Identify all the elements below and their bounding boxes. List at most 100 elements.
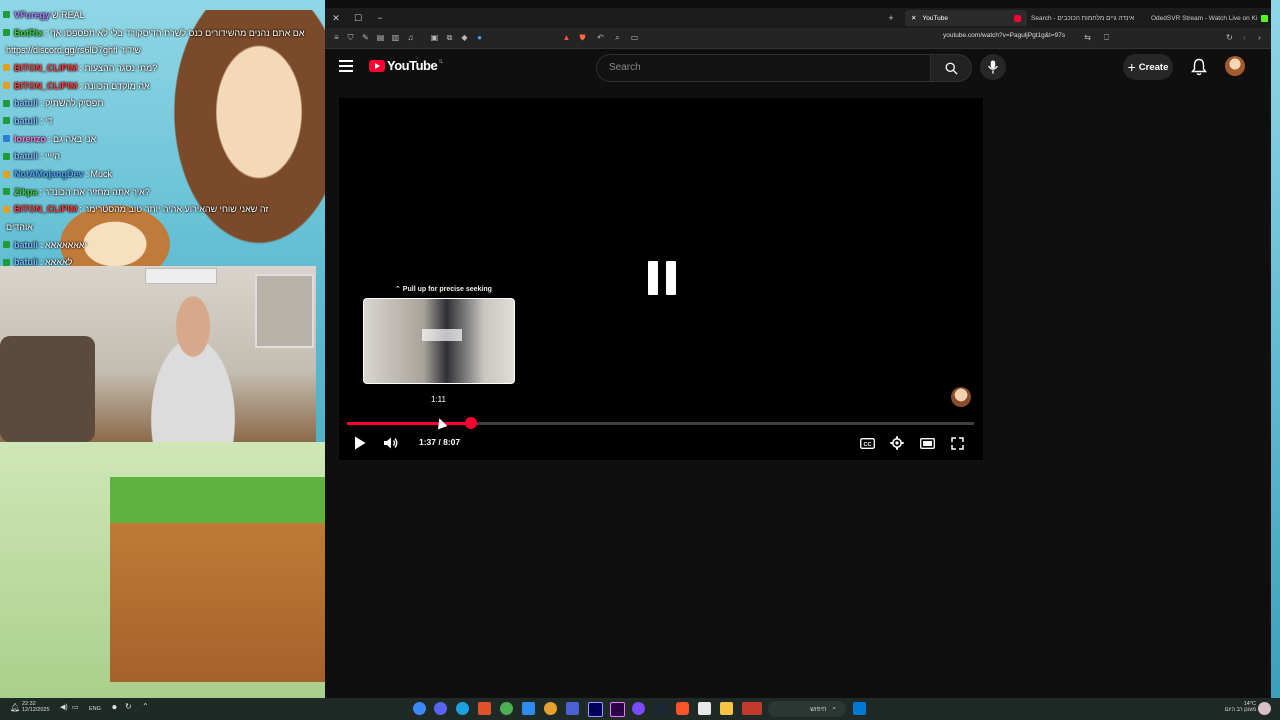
music-icon[interactable]: ♫ (405, 32, 416, 43)
clock[interactable]: 22:32 12/12/2025 (22, 701, 50, 713)
diamond-icon[interactable]: ◆ (459, 32, 470, 43)
address-bar[interactable]: youtube.com/watch?v=PaguljPgt1g&t=97s (943, 32, 1065, 39)
discord-icon[interactable] (434, 702, 447, 715)
chat-username: batuli (14, 239, 38, 250)
shield-icon[interactable]: ⛉ (345, 32, 356, 43)
app-icon-1[interactable] (413, 702, 426, 715)
hamburger-menu-icon[interactable] (339, 60, 353, 72)
theater-mode-button[interactable] (917, 433, 937, 453)
screen-icon[interactable]: ▭ (629, 32, 640, 43)
subtitles-button[interactable]: CC (857, 433, 877, 453)
chat-message: batuli: תפסיק להשתיק (0, 94, 325, 112)
file-explorer-icon[interactable] (720, 702, 733, 715)
tab-youtube[interactable]: ✕ YouTube (905, 10, 1027, 26)
user-badge-icon (3, 241, 10, 249)
tab-search[interactable]: Search - אינדה גיים מלחמות הכוכבים (1025, 10, 1147, 26)
translate-icon[interactable]: ⇆ (1082, 32, 1093, 43)
search-input[interactable] (607, 61, 911, 74)
chat-username: BITON_CLIPIM (14, 204, 78, 215)
notepad-icon[interactable] (522, 702, 535, 715)
user-badge-icon (3, 152, 10, 160)
windows-start-icon[interactable] (853, 702, 866, 715)
search-icon (945, 62, 958, 75)
after-effects-icon[interactable] (588, 702, 603, 717)
page-scrollbar[interactable] (1263, 50, 1271, 688)
search-button[interactable] (930, 54, 972, 82)
alert-icon[interactable]: ▲ (561, 32, 572, 43)
search-small-icon[interactable]: ⌕ (612, 32, 623, 43)
maximize-window-icon[interactable]: ☐ (347, 8, 369, 28)
browser-window: ✕ ☐ − + ✕ YouTube Search - אינדה גיים מל… (325, 8, 1271, 688)
speaker-icon[interactable]: ◀︎) (60, 704, 68, 711)
app-icon-swirl[interactable] (544, 702, 557, 715)
premiere-icon[interactable] (610, 702, 625, 717)
split-view-icon[interactable]: ▤ (375, 32, 386, 43)
tab-kick-stream[interactable]: OdedSVR Stream - Watch Live on Ki (1145, 10, 1279, 26)
chat-text: : Muck (85, 169, 113, 180)
user-avatar[interactable] (1225, 56, 1245, 76)
notification-icon[interactable]: 🔔︎ (10, 704, 20, 712)
edge-icon[interactable] (456, 702, 469, 715)
close-tab-icon[interactable]: ✕ (911, 14, 916, 22)
panel-icon[interactable]: ▥ (390, 32, 401, 43)
chat-message: BITON_CLIPIM: זה שאני שוחי שהאירוע אהיה … (0, 201, 325, 219)
extension-icon[interactable]: ● (474, 32, 485, 43)
forward-icon[interactable]: › (1254, 32, 1265, 43)
app-icon-purple[interactable] (632, 702, 645, 715)
chat-message: Zikpa: איך אתה מחזיר את הכונדר? (0, 183, 325, 201)
windows-taskbar: 22:32 12/12/2025 🔔︎ ◀︎) ▭ ENG ⬣ ↻ ⌃ חיפו… (0, 698, 1280, 720)
minimize-window-icon[interactable]: − (369, 8, 391, 28)
settings-button[interactable] (887, 433, 907, 453)
preview-time: 1:11 (431, 395, 446, 404)
weather-widget[interactable]: 14°C מעונן רב היום (1218, 701, 1256, 713)
new-tab-icon[interactable]: + (880, 8, 902, 28)
pin-icon[interactable]: ✎ (360, 32, 371, 43)
app-icon-white[interactable] (698, 702, 711, 715)
chat-username: batuli (14, 98, 38, 109)
tab-icon[interactable]: ▣ (429, 32, 440, 43)
volume-icon (384, 437, 398, 449)
back-history-icon[interactable]: ↶ (595, 32, 606, 43)
create-button[interactable]: + Create (1123, 54, 1173, 80)
network-icon[interactable]: ▭ (72, 704, 79, 711)
chat-text: ש REAL (52, 9, 85, 20)
user-badge-icon (3, 64, 10, 72)
app-icon-orange[interactable] (478, 702, 491, 715)
close-window-icon[interactable]: ✕ (325, 8, 347, 28)
voice-search-button[interactable] (980, 54, 1006, 80)
seek-preview-thumbnail (363, 298, 515, 384)
chat-message: BITON_CLIPIM: אה מוקדם הכוונה (0, 77, 325, 95)
language-indicator[interactable]: ENG (89, 706, 101, 712)
steam-icon[interactable] (654, 702, 667, 715)
channel-watermark[interactable] (951, 387, 971, 407)
clock-date: 12/12/2025 (22, 707, 50, 713)
mouse-cursor-icon (434, 416, 448, 430)
chrome-icon[interactable] (500, 702, 513, 715)
fullscreen-button[interactable] (947, 433, 967, 453)
taskbar-search[interactable]: חיפוש ⌕ (768, 701, 846, 717)
chat-message: https://discord.gg/rs6lD7ghfl שידור (0, 41, 325, 59)
app-icon-blue[interactable] (566, 702, 579, 715)
volume-button[interactable] (381, 433, 401, 453)
user-badge-icon (3, 135, 10, 143)
tray-sync-icon[interactable]: ↻ (125, 703, 132, 711)
brave-icon[interactable] (676, 702, 689, 715)
youtube-logo[interactable]: YouTube IL (369, 58, 443, 73)
sidebar-menu-icon[interactable]: ≡ (331, 32, 342, 43)
tray-chevron-up-icon[interactable]: ⌃ (142, 703, 149, 711)
play-button[interactable] (350, 433, 370, 453)
reload-icon[interactable]: ↻ (1224, 32, 1235, 43)
notifications-bell-icon[interactable] (1191, 58, 1207, 76)
search-box[interactable] (596, 54, 931, 82)
brave-shield-icon[interactable]: ⛊ (577, 32, 588, 43)
gear-icon (890, 436, 904, 450)
video-player[interactable]: ⌃ Pull up for precise seeking 1:11 1:37 … (339, 98, 983, 460)
scrubber-knob[interactable] (465, 417, 478, 429)
puzzle-icon[interactable]: ⧉ (444, 32, 455, 43)
tray-app-icon[interactable]: ⬣ (112, 705, 117, 711)
back-icon[interactable]: ‹ (1239, 32, 1250, 43)
app-icon-red[interactable] (742, 702, 762, 715)
user-badge-icon (3, 205, 10, 213)
bookmark-icon[interactable]: ⎕ (1101, 32, 1112, 43)
chat-message: BotRix: אם אתם נהנים מהשידורים כנס לשרת … (0, 24, 325, 42)
